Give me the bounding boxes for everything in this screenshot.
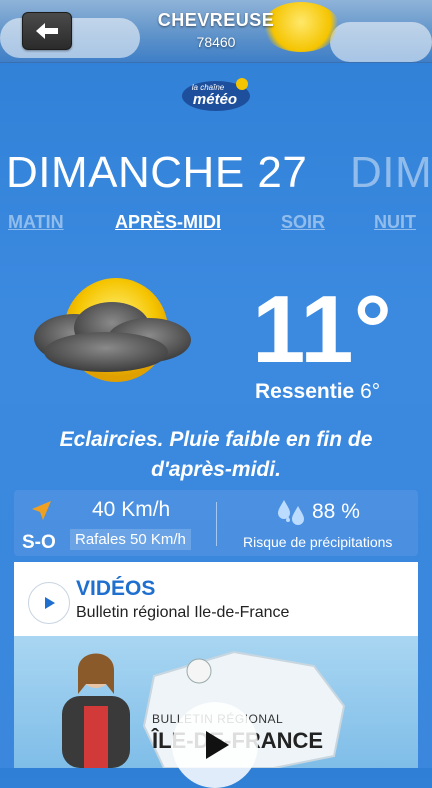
top-bar: CHEVREUSE 78460 [0, 0, 432, 63]
sun-behind-cloud-rain-icon [34, 278, 191, 382]
raindrops-icon [278, 500, 304, 525]
video-play-button[interactable] [172, 702, 258, 788]
wind-direction-icon [32, 501, 51, 520]
play-icon [45, 597, 55, 609]
tab-soir[interactable]: SOIR [281, 212, 325, 233]
feels-like: Ressentie 6° [255, 380, 380, 404]
logo-line2: météo [193, 91, 237, 108]
videos-title: VIDÉOS [76, 577, 156, 600]
divider [216, 502, 217, 546]
tab-matin[interactable]: MATIN [8, 212, 64, 233]
rain-label: Risque de précipitations [243, 534, 393, 550]
postal-code: 78460 [196, 34, 236, 50]
feels-value: 6° [360, 380, 381, 403]
wind-speed: 40 Km/h [92, 498, 171, 521]
wind-gusts: Rafales 50 Km/h [70, 529, 191, 550]
videos-play-button[interactable] [28, 582, 70, 624]
play-icon [206, 731, 229, 759]
feels-label: Ressentie [255, 380, 355, 403]
wind-direction: S-O [22, 532, 56, 553]
tab-apres-midi[interactable]: APRÈS-MIDI [115, 212, 221, 233]
tab-nuit[interactable]: NUIT [374, 212, 416, 233]
next-day-title[interactable]: DIMA [350, 148, 432, 198]
videos-subtitle: Bulletin régional Ile-de-France [76, 604, 290, 621]
day-title: DIMANCHE 27 [6, 148, 308, 197]
rain-probability: 88 % [312, 500, 360, 523]
weather-description: Eclaircies. Pluie faible en fin de d'apr… [59, 428, 373, 481]
la-chaine-meteo-logo: la chaîne météo [182, 78, 250, 111]
city-name: CHEVREUSE [157, 10, 275, 30]
temperature: 11° [252, 276, 392, 383]
